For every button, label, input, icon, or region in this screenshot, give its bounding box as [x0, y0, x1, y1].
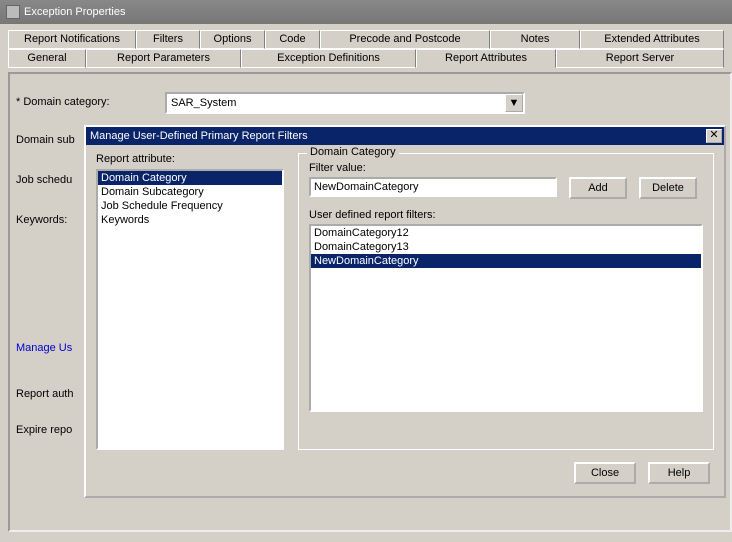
job-schedule-label: Job schedu [16, 174, 72, 186]
tab-report-parameters[interactable]: Report Parameters [86, 49, 241, 68]
titlebar: Exception Properties [0, 0, 732, 24]
filter-input-row: Add Delete [309, 177, 703, 199]
window: Exception Properties Report Notification… [0, 0, 732, 542]
tab-report-notifications[interactable]: Report Notifications [8, 30, 136, 49]
list-item[interactable]: DomainCategory12 [311, 226, 701, 240]
dialog-titlebar: Manage User-Defined Primary Report Filte… [86, 127, 724, 145]
right-column: Domain Category Filter value: Add Delete… [298, 153, 714, 450]
list-item[interactable]: NewDomainCategory [311, 254, 701, 268]
tab-exception-definitions[interactable]: Exception Definitions [241, 49, 416, 68]
tab-code[interactable]: Code [265, 30, 320, 49]
list-item[interactable]: DomainCategory13 [311, 240, 701, 254]
userdef-label: User defined report filters: [309, 209, 703, 221]
dialog-footer: Close Help [562, 462, 710, 484]
domain-category-label: * Domain category: [16, 96, 110, 108]
tab-report-server[interactable]: Report Server [556, 49, 724, 68]
domain-sub-label: Domain sub [16, 134, 75, 146]
filter-value-label: Filter value: [309, 162, 703, 174]
delete-button[interactable]: Delete [639, 177, 697, 199]
tab-extended-attributes[interactable]: Extended Attributes [580, 30, 724, 49]
left-column: Report attribute: Domain Category Domain… [96, 153, 284, 450]
domain-category-input[interactable] [167, 94, 505, 112]
list-item[interactable]: Job Schedule Frequency [98, 199, 282, 213]
report-attribute-listbox[interactable]: Domain Category Domain Subcategory Job S… [96, 169, 284, 450]
fieldset-legend: Domain Category [307, 146, 399, 158]
add-button[interactable]: Add [569, 177, 627, 199]
tab-filters[interactable]: Filters [136, 30, 200, 49]
app-icon [6, 5, 20, 19]
domain-category-combo[interactable]: ▼ [165, 92, 525, 114]
help-button[interactable]: Help [648, 462, 710, 484]
list-item[interactable]: Keywords [98, 213, 282, 227]
tab-notes[interactable]: Notes [490, 30, 580, 49]
keywords-label: Keywords: [16, 214, 67, 226]
report-attribute-label: Report attribute: [96, 153, 284, 165]
expire-repo-label: Expire repo [16, 424, 72, 436]
list-item[interactable]: Domain Category [98, 171, 282, 185]
close-button[interactable]: Close [574, 462, 636, 484]
manage-link[interactable]: Manage Us [16, 342, 72, 354]
dialog-title: Manage User-Defined Primary Report Filte… [90, 127, 308, 145]
domain-category-fieldset: Domain Category Filter value: Add Delete… [298, 153, 714, 450]
list-item[interactable]: Domain Subcategory [98, 185, 282, 199]
tab-options[interactable]: Options [200, 30, 265, 49]
tab-precode-postcode[interactable]: Precode and Postcode [320, 30, 490, 49]
tab-general[interactable]: General [8, 49, 86, 68]
manage-filters-dialog: Manage User-Defined Primary Report Filte… [84, 125, 726, 498]
report-auth-label: Report auth [16, 388, 73, 400]
userdef-listbox[interactable]: DomainCategory12 DomainCategory13 NewDom… [309, 224, 703, 412]
window-title: Exception Properties [24, 0, 126, 24]
tab-report-attributes[interactable]: Report Attributes [416, 49, 556, 68]
dialog-close-button[interactable]: ✕ [706, 129, 722, 143]
dialog-body: Report attribute: Domain Category Domain… [96, 153, 714, 450]
tabstrip: Report Notifications Filters Options Cod… [0, 24, 732, 72]
combo-dropdown-button[interactable]: ▼ [505, 94, 523, 112]
close-icon: ✕ [709, 129, 718, 141]
tabrow-1: Report Notifications Filters Options Cod… [8, 30, 724, 49]
tabrow-2: General Report Parameters Exception Defi… [8, 49, 724, 68]
filter-value-input[interactable] [309, 177, 557, 197]
